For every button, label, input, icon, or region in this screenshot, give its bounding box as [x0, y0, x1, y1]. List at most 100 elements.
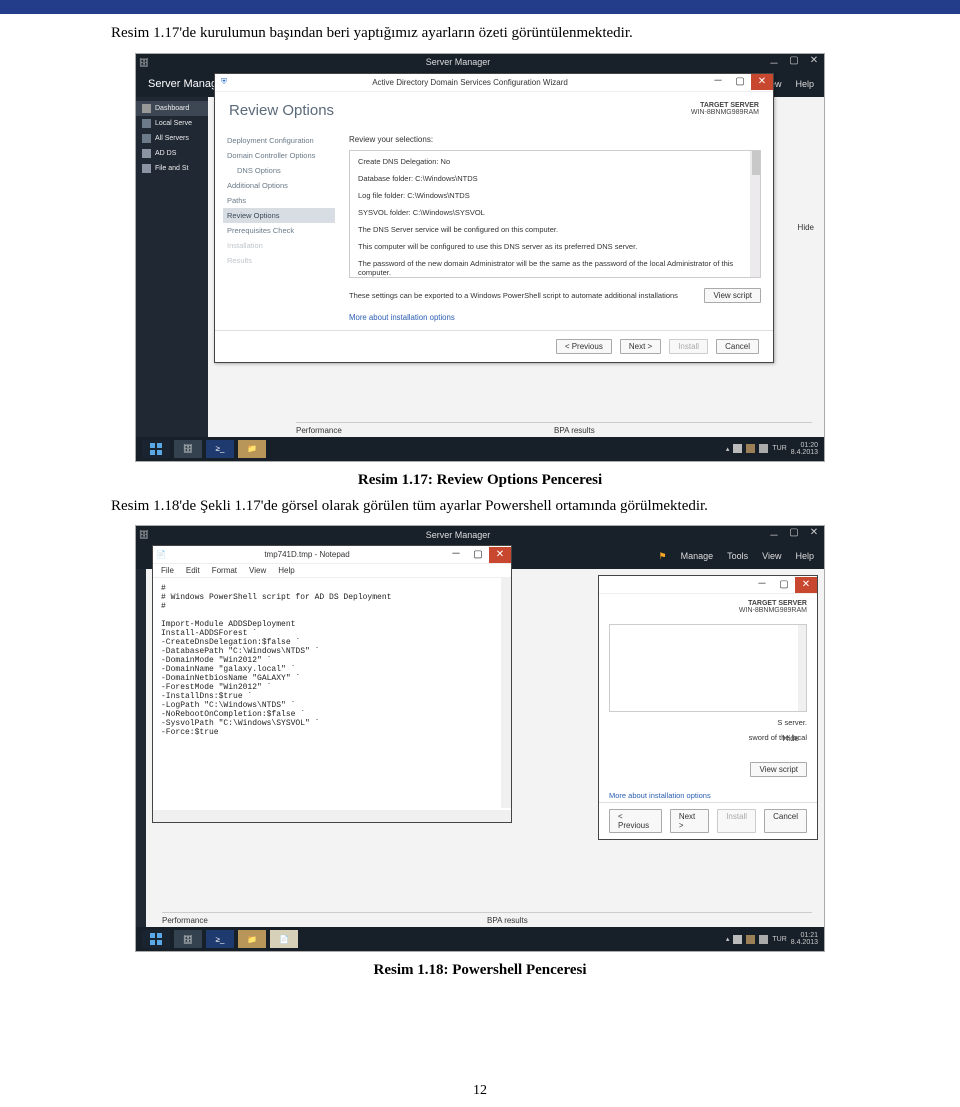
scrollbar-vertical[interactable]: [750, 151, 760, 277]
tray-flag-icon[interactable]: [733, 444, 742, 453]
taskbar-powershell[interactable]: ≥_: [206, 440, 234, 458]
maximize-button[interactable]: ▢: [784, 55, 804, 70]
sm-sidebar: [136, 569, 146, 927]
tray-sound-icon[interactable]: [759, 444, 768, 453]
close-button[interactable]: ✕: [804, 55, 824, 70]
servers-icon: [142, 134, 151, 143]
start-button[interactable]: [142, 930, 170, 948]
scrollbar-horizontal[interactable]: [153, 810, 511, 822]
sidebar-item-adds[interactable]: AD DS: [136, 146, 208, 161]
tray-clock[interactable]: 01:20 8.4.2013: [791, 442, 818, 456]
install-button: Install: [717, 809, 756, 833]
sidebar-item-dashboard[interactable]: Dashboard: [136, 101, 208, 116]
review-line: Log file folder: C:\Windows\NTDS: [358, 191, 752, 200]
review-line: The DNS Server service will be configure…: [358, 225, 752, 234]
notepad-title: tmp741D.tmp - Notepad: [169, 550, 445, 559]
taskbar-explorer[interactable]: 📁: [238, 930, 266, 948]
cancel-button[interactable]: Cancel: [716, 339, 759, 354]
menu-help[interactable]: Help: [795, 551, 814, 561]
close-button[interactable]: ✕: [795, 577, 817, 593]
close-button[interactable]: ✕: [751, 74, 773, 90]
menu-manage[interactable]: Manage: [681, 551, 714, 561]
minimize-button[interactable]: －: [764, 55, 784, 70]
performance-label: Performance: [162, 912, 487, 925]
scrollbar-thumb[interactable]: [752, 151, 760, 175]
menu-file[interactable]: File: [161, 566, 174, 575]
review-scrollbox[interactable]: [609, 624, 807, 712]
start-button[interactable]: [142, 440, 170, 458]
sidebar-item-file-storage[interactable]: File and St: [136, 161, 208, 176]
minimize-button[interactable]: －: [445, 547, 467, 563]
flag-icon[interactable]: ⚑: [659, 551, 667, 562]
review-scrollbox[interactable]: Create DNS Delegation: No Database folde…: [349, 150, 761, 278]
previous-button[interactable]: < Previous: [609, 809, 662, 833]
review-line: Create DNS Delegation: No: [358, 157, 752, 166]
more-link[interactable]: More about installation options: [349, 313, 761, 322]
wizard-pane: Review your selections: Create DNS Deleg…: [343, 127, 773, 330]
menu-view[interactable]: View: [249, 566, 266, 575]
tray-language[interactable]: TUR: [772, 936, 786, 943]
tray-network-icon[interactable]: [746, 935, 755, 944]
sidebar-item-local-server[interactable]: Local Serve: [136, 116, 208, 131]
minimize-button[interactable]: －: [764, 527, 784, 542]
tray-up-icon[interactable]: ▴: [726, 445, 730, 453]
minimize-button[interactable]: －: [751, 577, 773, 593]
scrollbar-vertical[interactable]: [798, 625, 806, 711]
taskbar-notepad[interactable]: 📄: [270, 930, 298, 948]
menu-edit[interactable]: Edit: [186, 566, 200, 575]
menu-help[interactable]: Help: [795, 79, 814, 89]
next-button[interactable]: Next >: [670, 809, 709, 833]
more-link[interactable]: More about installation options: [599, 785, 817, 802]
maximize-button[interactable]: ▢: [784, 527, 804, 542]
hide-button[interactable]: Hide: [783, 734, 799, 743]
close-button[interactable]: ✕: [804, 527, 824, 542]
bpa-results-label: BPA results: [554, 422, 812, 435]
tray-clock[interactable]: 01:21 8.4.2013: [791, 932, 818, 946]
taskbar-powershell[interactable]: ≥_: [206, 930, 234, 948]
taskbar-explorer[interactable]: 📁: [238, 440, 266, 458]
wizard-pane: Hide S server. sword of the local View s…: [599, 620, 817, 785]
close-button[interactable]: ✕: [489, 547, 511, 563]
next-button[interactable]: Next >: [620, 339, 661, 354]
nav-review-options[interactable]: Review Options: [223, 208, 335, 223]
cancel-button[interactable]: Cancel: [764, 809, 807, 833]
maximize-button[interactable]: ▢: [467, 547, 489, 563]
window-controls: － ▢ ✕: [764, 55, 824, 70]
nav-prereq-check[interactable]: Prerequisites Check: [223, 223, 335, 238]
sidebar-item-label: Local Serve: [155, 120, 192, 127]
nav-additional-options[interactable]: Additional Options: [223, 178, 335, 193]
sidebar-item-all-servers[interactable]: All Servers: [136, 131, 208, 146]
hide-button[interactable]: Hide: [798, 223, 814, 232]
menu-tools[interactable]: Tools: [727, 551, 748, 561]
menu-help[interactable]: Help: [278, 566, 294, 575]
minimize-button[interactable]: －: [707, 74, 729, 90]
nav-dns-options[interactable]: DNS Options: [223, 163, 335, 178]
notepad-window: 📄 tmp741D.tmp - Notepad － ▢ ✕ File Edit …: [152, 545, 512, 823]
view-script-button[interactable]: View script: [750, 762, 807, 777]
taskbar-server-manager[interactable]: 🗄: [174, 930, 202, 948]
review-line-crop: S server.: [609, 718, 807, 727]
nav-deployment-config[interactable]: Deployment Configuration: [223, 133, 335, 148]
target-value: WIN-8BNMG989RAM: [691, 109, 759, 116]
previous-button[interactable]: < Previous: [556, 339, 612, 354]
target-value: WIN-8BNMG989RAM: [739, 607, 807, 614]
taskbar-server-manager[interactable]: 🗄: [174, 440, 202, 458]
nav-installation: Installation: [223, 238, 335, 253]
nav-paths[interactable]: Paths: [223, 193, 335, 208]
tray-language[interactable]: TUR: [772, 445, 786, 452]
tray-date: 8.4.2013: [791, 449, 818, 456]
notepad-body[interactable]: # # Windows PowerShell script for AD DS …: [153, 578, 511, 822]
maximize-button[interactable]: ▢: [773, 577, 795, 593]
menu-view[interactable]: View: [762, 551, 781, 561]
menu-format[interactable]: Format: [212, 566, 237, 575]
tray-up-icon[interactable]: ▴: [726, 935, 730, 943]
nav-dc-options[interactable]: Domain Controller Options: [223, 148, 335, 163]
sm-bottom-panels: Performance BPA results: [162, 912, 812, 925]
tray-sound-icon[interactable]: [759, 935, 768, 944]
maximize-button[interactable]: ▢: [729, 74, 751, 90]
view-script-button[interactable]: View script: [704, 288, 761, 303]
tray-network-icon[interactable]: [746, 444, 755, 453]
window-controls: － ▢ ✕: [764, 527, 824, 542]
scrollbar-vertical[interactable]: [501, 578, 511, 808]
tray-flag-icon[interactable]: [733, 935, 742, 944]
